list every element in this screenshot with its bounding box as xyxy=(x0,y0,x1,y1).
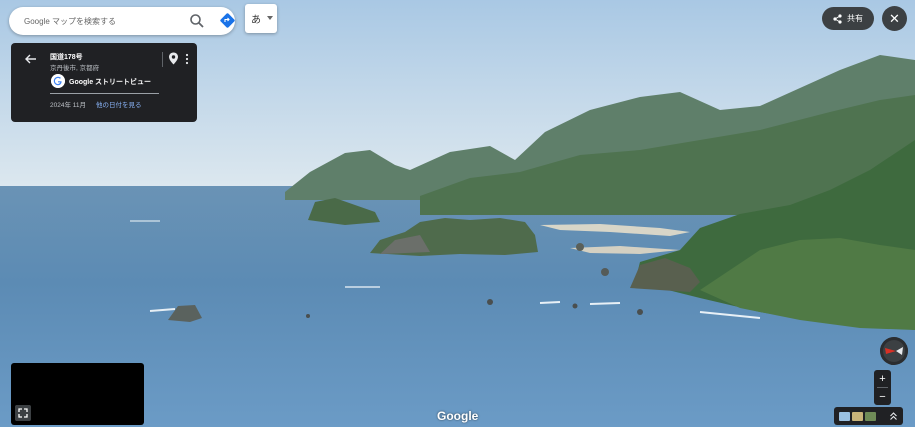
chevron-up-icon[interactable] xyxy=(889,411,898,421)
capture-date: 2024年 11月 xyxy=(50,102,87,109)
fullscreen-icon[interactable] xyxy=(15,405,31,421)
google-logo-icon xyxy=(51,74,65,88)
share-icon xyxy=(833,13,842,24)
caret-down-icon xyxy=(267,16,273,20)
close-icon: ✕ xyxy=(889,10,900,26)
directions-icon[interactable] xyxy=(219,12,236,29)
input-language-label: あ xyxy=(251,15,261,26)
back-arrow-icon[interactable] xyxy=(24,52,38,66)
divider xyxy=(162,52,163,67)
search-icon[interactable] xyxy=(189,13,205,29)
zoom-control: + − xyxy=(874,370,891,405)
location-info-card: 国道178号 京丹後市, 京都府 Google ストリートビュー 2024年 1… xyxy=(11,43,197,122)
input-language-button[interactable]: あ xyxy=(245,4,277,33)
share-label: 共有 xyxy=(847,14,863,23)
location-pin-icon[interactable] xyxy=(168,52,179,65)
satellite-thumbnail[interactable] xyxy=(865,411,876,421)
zoom-in-button[interactable]: + xyxy=(874,370,891,387)
source-label: Google ストリートビュー xyxy=(69,79,152,86)
compass-icon[interactable] xyxy=(880,337,908,365)
divider xyxy=(50,93,159,94)
terrain-thumbnail[interactable] xyxy=(852,411,863,421)
map-thumbnail[interactable] xyxy=(839,411,850,421)
search-input[interactable] xyxy=(24,16,174,26)
zoom-out-button[interactable]: − xyxy=(874,388,891,405)
location-subtitle: 京丹後市, 京都府 xyxy=(50,65,100,72)
share-button[interactable]: 共有 xyxy=(822,7,874,30)
imagery-thumbnails[interactable] xyxy=(834,407,903,425)
other-dates-link[interactable]: 他の日付を見る xyxy=(96,99,142,109)
more-vert-icon[interactable] xyxy=(183,52,191,66)
google-watermark: Google xyxy=(437,409,479,423)
location-title: 国道178号 xyxy=(50,54,83,61)
search-box[interactable] xyxy=(9,7,235,35)
close-button[interactable]: ✕ xyxy=(882,6,907,31)
